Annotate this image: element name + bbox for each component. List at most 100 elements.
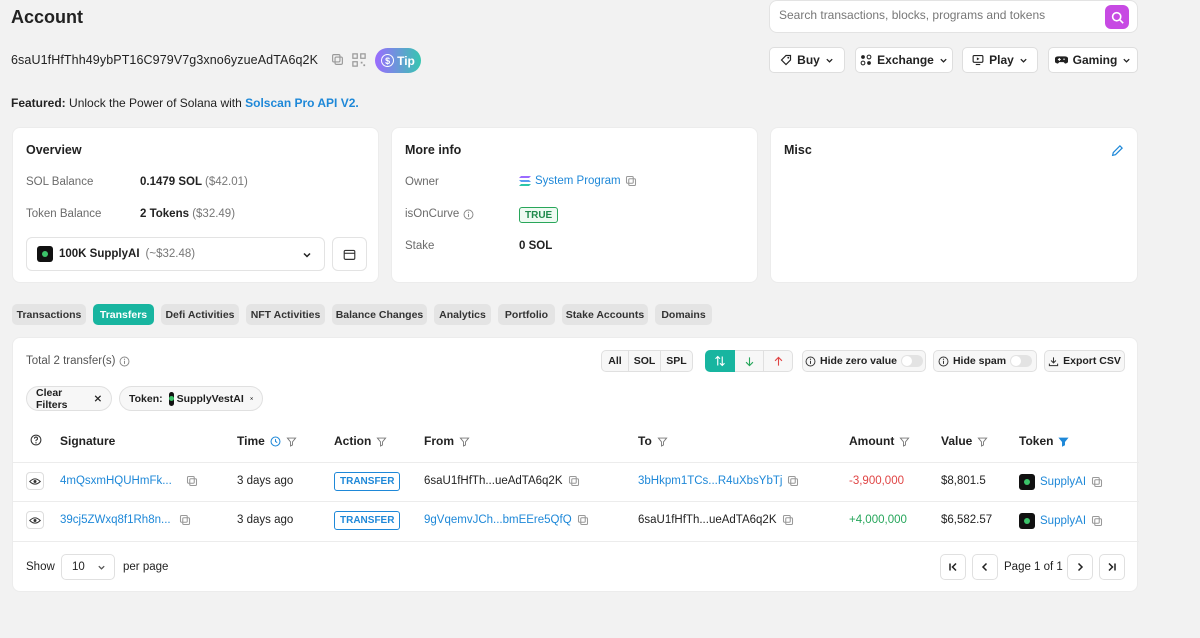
filter-icon[interactable]: [376, 436, 387, 447]
search-input[interactable]: [779, 8, 1099, 22]
copy-icon[interactable]: [787, 475, 799, 487]
signature-link[interactable]: 4mQsxmHQUHmFk...: [60, 475, 172, 487]
filter-all[interactable]: All: [601, 350, 629, 372]
type-filter-group: All SOL SPL: [601, 350, 693, 372]
last-page-button[interactable]: [1099, 554, 1125, 580]
copy-icon[interactable]: [782, 514, 794, 526]
tab-domains[interactable]: Domains: [655, 304, 712, 325]
chevron-down-icon: [940, 58, 947, 63]
direction-filter-group: [705, 350, 793, 372]
from-address-link[interactable]: 9gVqemvJCh...bmEEre5QfQ: [424, 514, 572, 526]
tab-analytics[interactable]: Analytics: [434, 304, 491, 325]
filter-sol[interactable]: SOL: [629, 350, 661, 372]
supplyai-token-icon: [37, 246, 53, 262]
featured-link[interactable]: Solscan Pro API V2.: [245, 96, 359, 110]
column-time[interactable]: Time: [237, 434, 297, 448]
wallet-button[interactable]: [332, 237, 367, 271]
filter-icon[interactable]: [657, 436, 668, 447]
owner-link[interactable]: System Program: [535, 175, 621, 187]
hide-zero-value-toggle[interactable]: Hide zero value: [802, 350, 926, 372]
direction-in-button[interactable]: [735, 350, 764, 372]
copy-icon[interactable]: [331, 53, 344, 66]
filter-icon[interactable]: [459, 436, 470, 447]
search-button[interactable]: [1105, 5, 1129, 29]
gaming-menu-button[interactable]: Gaming: [1048, 47, 1138, 73]
token-filter-chip[interactable]: Token: SupplyVestAI: [119, 386, 263, 411]
prev-page-button[interactable]: [972, 554, 998, 580]
time-cell: 3 days ago: [237, 475, 294, 487]
filter-icon[interactable]: [286, 436, 297, 447]
tab-transactions[interactable]: Transactions: [12, 304, 86, 325]
filter-spl[interactable]: SPL: [661, 350, 693, 372]
amount-cell: -3,900,000: [849, 475, 904, 487]
tab-stake-accounts[interactable]: Stake Accounts: [562, 304, 648, 325]
tab-balance-changes[interactable]: Balance Changes: [332, 304, 427, 325]
copy-icon[interactable]: [186, 475, 198, 487]
column-token[interactable]: Token: [1019, 434, 1070, 448]
copy-icon[interactable]: [577, 514, 589, 526]
from-address[interactable]: 6saU1fHfTh...ueAdTA6q2K: [424, 475, 563, 487]
buy-menu-button[interactable]: Buy: [769, 47, 845, 73]
divider: [13, 462, 1139, 463]
column-to[interactable]: To: [638, 434, 668, 448]
filter-icon[interactable]: [977, 436, 988, 447]
token-balance-value: 2 Tokens ($32.49): [140, 208, 236, 220]
direction-out-button[interactable]: [764, 350, 793, 372]
tip-button[interactable]: $ Tip: [375, 48, 421, 73]
chevron-left-icon: [981, 562, 988, 572]
copy-icon[interactable]: [568, 475, 580, 487]
tab-portfolio[interactable]: Portfolio: [498, 304, 555, 325]
action-badge: TRANSFER: [334, 472, 401, 491]
next-page-button[interactable]: [1067, 554, 1093, 580]
clear-filters-chip[interactable]: Clear Filters: [26, 386, 112, 411]
pencil-icon[interactable]: [1111, 144, 1124, 157]
play-menu-button[interactable]: Play: [962, 47, 1038, 73]
overview-card: Overview SOL Balance 0.1479 SOL ($42.01)…: [12, 127, 379, 283]
close-icon[interactable]: [250, 394, 253, 403]
tab-defi-activities[interactable]: Defi Activities: [161, 304, 239, 325]
eye-icon[interactable]: [26, 511, 44, 529]
value-cell: $6,582.57: [941, 514, 993, 526]
owner-label: Owner: [405, 176, 439, 188]
token-link[interactable]: SupplyAI: [1040, 515, 1086, 527]
token-balance-label: Token Balance: [26, 208, 102, 220]
oncurve-label: isOnCurve: [405, 208, 474, 220]
tab-nft-activities[interactable]: NFT Activities: [246, 304, 325, 325]
copy-icon[interactable]: [1091, 515, 1103, 527]
copy-icon[interactable]: [1091, 476, 1103, 488]
token-select[interactable]: 100K SupplyAI (~$32.48): [26, 237, 325, 271]
info-icon: [805, 356, 816, 366]
export-csv-button[interactable]: Export CSV: [1044, 350, 1125, 372]
to-address-link[interactable]: 3bHkpm1TCs...R4uXbsYbTj: [638, 475, 782, 487]
copy-icon[interactable]: [179, 514, 191, 526]
sol-balance-label: SOL Balance: [26, 176, 94, 188]
exchange-menu-button[interactable]: Exchange: [855, 47, 953, 73]
toggle-switch[interactable]: [1010, 355, 1033, 367]
signature-link[interactable]: 39cj5ZWxq8f1Rh8n...: [60, 514, 171, 526]
eye-icon[interactable]: [26, 472, 44, 490]
stake-label: Stake: [405, 240, 435, 252]
copy-icon[interactable]: [625, 175, 637, 187]
column-action[interactable]: Action: [334, 434, 387, 448]
total-transfers: Total 2 transfer(s): [26, 355, 130, 367]
per-page-select[interactable]: 10: [61, 554, 115, 580]
close-icon[interactable]: [94, 394, 102, 403]
supplyai-token-icon: [1019, 513, 1035, 529]
filter-active-icon[interactable]: [1058, 436, 1070, 447]
column-help-icon: [30, 434, 42, 446]
direction-both-button[interactable]: [705, 350, 735, 372]
column-value[interactable]: Value: [941, 434, 988, 448]
column-from[interactable]: From: [424, 434, 470, 448]
first-page-button[interactable]: [940, 554, 966, 580]
to-address[interactable]: 6saU1fHfTh...ueAdTA6q2K: [638, 514, 777, 526]
clock-icon[interactable]: [270, 436, 281, 447]
column-amount[interactable]: Amount: [849, 434, 910, 448]
toggle-switch[interactable]: [901, 355, 924, 367]
filter-icon[interactable]: [899, 436, 910, 447]
token-link[interactable]: SupplyAI: [1040, 476, 1086, 488]
tab-transfers[interactable]: Transfers: [93, 304, 154, 325]
arrow-up-icon: [774, 356, 782, 366]
qr-code-icon[interactable]: [352, 53, 366, 67]
hide-spam-toggle[interactable]: Hide spam: [933, 350, 1037, 372]
owner-value: System Program: [519, 175, 637, 187]
